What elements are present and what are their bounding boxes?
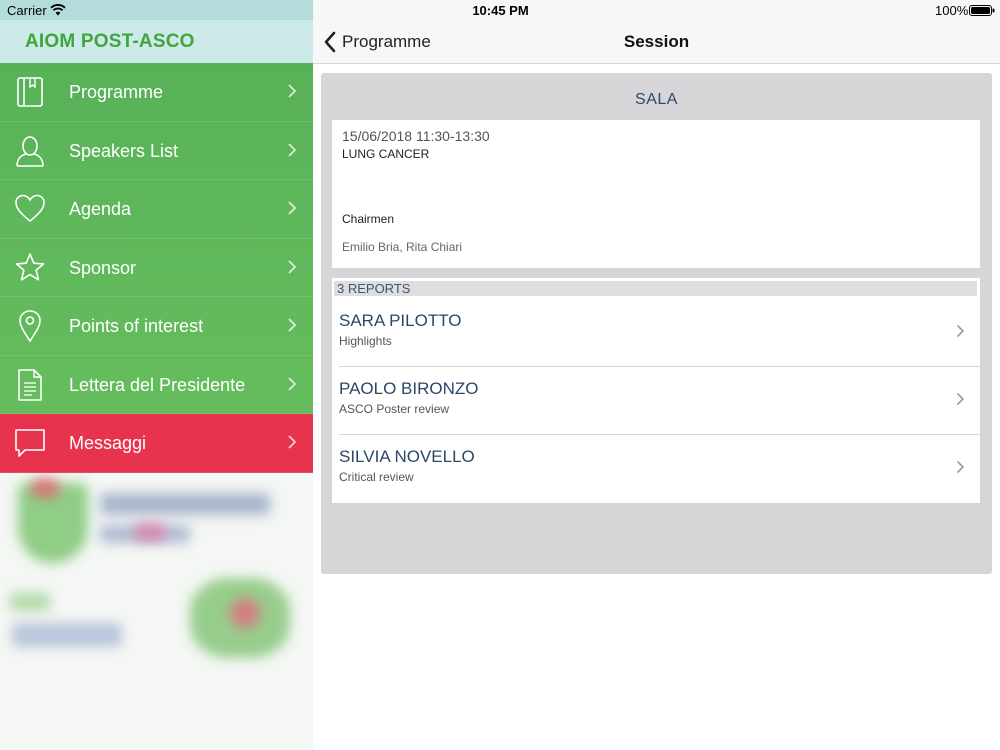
chevron-left-icon [324,31,336,53]
app-header: AIOM POST-ASCO [0,20,313,63]
background-blur-shape [12,623,122,647]
report-speaker: SARA PILOTTO [339,311,462,330]
chevron-right-icon [288,318,297,332]
app-title: AIOM POST-ASCO [25,31,195,52]
chairmen-names: Emilio Bria, Rita Chiari [342,240,463,254]
chevron-right-icon [956,460,965,474]
person-icon [16,135,44,167]
menu-item-points-of-interest[interactable]: Points of interest [0,297,313,356]
room-name: SALA [635,91,678,108]
menu-item-label: Programme [69,82,164,102]
battery-icon [969,5,995,16]
background-blur-shape [135,523,165,541]
report-title: Critical review [339,470,414,484]
reports-list: 3 REPORTS SARA PILOTTO Highlights PAOLO … [332,278,980,503]
heart-icon [15,194,45,223]
menu-item-agenda[interactable]: Agenda [0,180,313,239]
session-info-card: 15/06/2018 11:30-13:30 LUNG CANCER Chair… [332,120,980,268]
menu-item-sponsor[interactable]: Sponsor [0,239,313,297]
carrier-label: Carrier [7,3,47,18]
menu-item-programme[interactable]: Programme [0,63,313,122]
location-pin-icon [19,310,41,343]
background-blur-shape [100,493,270,515]
background-blur-shape [30,478,60,498]
book-icon [17,77,43,107]
page-title: Session [623,32,690,51]
status-time: 10:45 PM [472,3,529,18]
status-bar: 10:45 PM 100% [313,0,1000,20]
session-panel: SALA 15/06/2018 11:30-13:30 LUNG CANCER … [321,73,992,574]
menu-list: Programme Speakers List Agenda Sponsor P… [0,63,313,473]
document-icon [18,368,42,401]
report-speaker: PAOLO BIRONZO [339,379,479,398]
report-speaker: SILVIA NOVELLO [339,447,475,466]
background-blur-shape [10,593,50,611]
session-topic: LUNG CANCER [342,147,430,161]
chevron-right-icon [288,84,297,98]
navigation-bar: Programme Session [313,20,1000,64]
report-title: ASCO Poster review [339,402,450,416]
menu-item-label: Messaggi [69,433,147,453]
session-datetime: 15/06/2018 11:30-13:30 [342,128,490,144]
menu-item-lettera-del-presidente[interactable]: Lettera del Presidente [0,356,313,414]
chevron-right-icon [288,201,297,215]
report-row[interactable]: SARA PILOTTO Highlights [332,299,980,367]
menu-item-messaggi[interactable]: Messaggi [0,414,313,473]
side-menu: Carrier AIOM POST-ASCO Programme Speaker… [0,0,313,750]
battery-percentage: 100% [935,3,969,18]
sidebar-background-artwork [0,473,313,750]
menu-item-label: Agenda [69,199,132,219]
chairmen-label: Chairmen [342,212,395,226]
star-icon [15,252,45,281]
back-button-label: Programme [342,32,431,51]
back-button[interactable]: Programme [323,29,431,55]
menu-item-label: Lettera del Presidente [69,374,246,395]
reports-section-header: 3 REPORTS [334,281,977,296]
report-title: Highlights [339,334,392,348]
background-blur-shape [230,598,260,628]
chevron-right-icon [956,392,965,406]
report-row[interactable]: PAOLO BIRONZO ASCO Poster review [332,367,980,435]
wifi-icon [50,4,66,16]
chat-bubble-icon [15,429,45,457]
menu-item-label: Points of interest [69,316,204,336]
report-row[interactable]: SILVIA NOVELLO Critical review [332,435,980,503]
chevron-right-icon [288,376,297,391]
chevron-right-icon [288,142,297,157]
status-bar-left: Carrier [0,0,313,20]
chevron-right-icon [288,259,297,274]
chevron-right-icon [956,324,965,338]
menu-item-label: Speakers List [69,140,179,161]
app-screen: Carrier AIOM POST-ASCO Programme Speaker… [0,0,1000,750]
session-detail-pane: 10:45 PM 100% Programme Session SALA 15/… [313,0,1000,750]
chevron-right-icon [288,435,297,449]
menu-item-speakers-list[interactable]: Speakers List [0,122,313,180]
menu-item-label: Sponsor [69,257,137,278]
